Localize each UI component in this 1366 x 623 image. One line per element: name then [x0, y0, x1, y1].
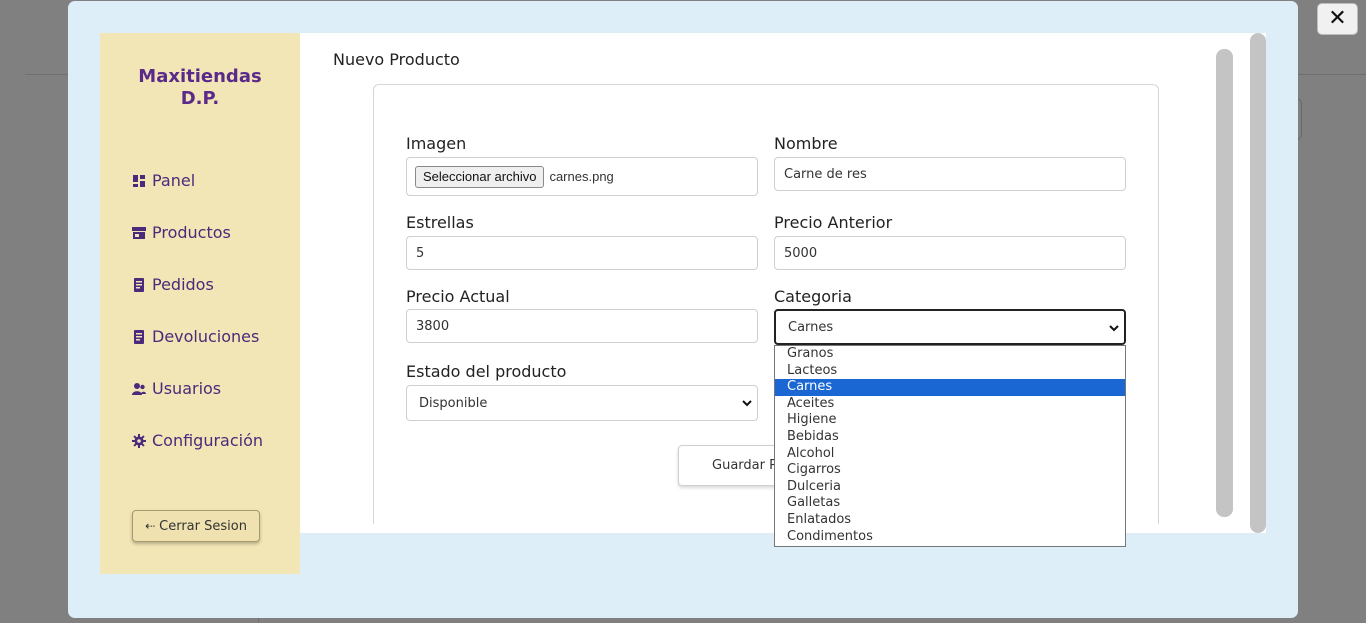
file-name: carnes.png: [549, 169, 614, 184]
estado-label: Estado del producto: [406, 362, 567, 381]
logout-button[interactable]: ⇠ Cerrar Sesion: [132, 510, 260, 542]
brand-line2: D.P.: [180, 88, 220, 109]
receipt-icon: [132, 329, 146, 344]
sidebar: Maxitiendas D.P. Panel Productos Pedidos…: [100, 33, 300, 574]
precio-actual-label: Precio Actual: [406, 287, 510, 306]
sidebar-item-label: Configuración: [152, 431, 264, 450]
logout-icon: ⇠: [145, 519, 156, 533]
dropdown-option[interactable]: Lacteos: [775, 363, 1125, 380]
choose-file-button[interactable]: Seleccionar archivo: [415, 165, 545, 188]
dropdown-option[interactable]: Dulceria: [775, 479, 1125, 496]
dropdown-option[interactable]: Enlatados: [775, 512, 1125, 529]
estrellas-label: Estrellas: [406, 213, 474, 232]
estado-value: Disponible: [419, 395, 488, 411]
dropdown-option[interactable]: Granos: [775, 346, 1125, 363]
precio-actual-field[interactable]: 3800: [406, 309, 758, 343]
dropdown-option[interactable]: Aceites: [775, 396, 1125, 413]
imagen-label: Imagen: [406, 134, 467, 153]
categoria-select[interactable]: Carnes: [774, 309, 1126, 345]
sidebar-item-label: Usuarios: [152, 379, 222, 398]
imagen-file-input[interactable]: Seleccionar archivo carnes.png: [406, 157, 758, 196]
estrellas-field[interactable]: 5: [406, 236, 758, 270]
categoria-value: Carnes: [788, 319, 834, 335]
dropdown-option[interactable]: Bebidas: [775, 429, 1125, 446]
dropdown-option[interactable]: Carnes: [775, 379, 1125, 396]
sidebar-item-pedidos[interactable]: Pedidos: [132, 275, 214, 294]
categoria-dropdown-list[interactable]: Granos Lacteos Carnes Aceites Higiene Bebidas…: [774, 345, 1126, 547]
brand-line1: Maxitiendas: [138, 66, 262, 87]
precio-anterior-field[interactable]: 5000: [774, 236, 1126, 270]
estado-select[interactable]: Disponible: [406, 385, 758, 421]
categoria-label: Categoria: [774, 287, 852, 306]
dropdown-option[interactable]: Higiene: [775, 412, 1125, 429]
sidebar-item-panel[interactable]: Panel: [132, 171, 195, 190]
sidebar-item-configuracion[interactable]: Configuración: [132, 431, 263, 450]
sidebar-item-label: Pedidos: [152, 275, 214, 294]
receipt-icon: [132, 277, 146, 292]
form-scrollbar[interactable]: [1216, 49, 1233, 517]
brand-logo: Maxitiendas D.P.: [100, 66, 300, 110]
close-icon: ✕: [1328, 6, 1347, 31]
dashboard-icon: [132, 174, 146, 188]
dropdown-option[interactable]: Galletas: [775, 495, 1125, 512]
users-icon: [132, 382, 146, 396]
sidebar-item-label: Panel: [152, 171, 196, 190]
sidebar-item-label: Productos: [152, 223, 231, 242]
dropdown-option[interactable]: Alcohol: [775, 446, 1125, 463]
chevron-down-icon: [742, 400, 752, 407]
sidebar-item-usuarios[interactable]: Usuarios: [132, 379, 221, 398]
nombre-field[interactable]: Carne de res: [774, 157, 1126, 191]
logout-label: Cerrar Sesion: [159, 518, 247, 534]
nombre-label: Nombre: [774, 134, 838, 153]
sidebar-item-label: Devoluciones: [152, 327, 260, 346]
sidebar-item-productos[interactable]: Productos: [132, 223, 231, 242]
chevron-down-icon: [1109, 325, 1119, 332]
sidebar-item-devoluciones[interactable]: Devoluciones: [132, 327, 259, 346]
close-modal-button[interactable]: ✕: [1317, 3, 1358, 35]
page-title: Nuevo Producto: [333, 50, 460, 69]
dropdown-option[interactable]: Cigarros: [775, 462, 1125, 479]
gear-icon: [132, 433, 146, 448]
modal-scrollbar[interactable]: [1250, 33, 1266, 533]
store-icon: [132, 226, 146, 240]
precio-anterior-label: Precio Anterior: [774, 213, 893, 232]
dropdown-option[interactable]: Condimentos: [775, 529, 1125, 546]
